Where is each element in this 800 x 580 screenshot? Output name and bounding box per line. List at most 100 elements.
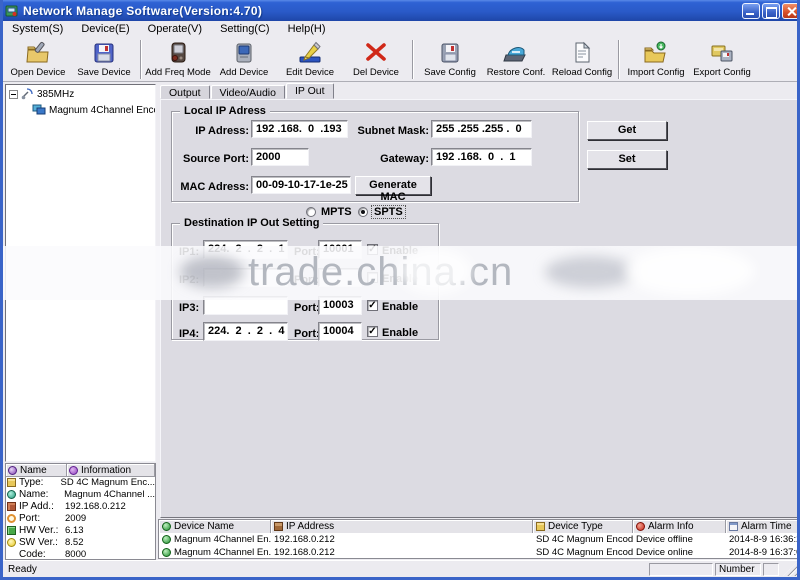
ip4-field[interactable]: 224. 2 . 2 . 4 xyxy=(203,322,288,341)
tree-collapse-icon[interactable] xyxy=(9,90,18,99)
status-bar: Ready Number xyxy=(3,560,797,577)
window-title: Network Manage Software(Version:4.70) xyxy=(23,4,740,18)
watermark-blob xyxy=(398,248,472,294)
info-row-port: Port: 2009 xyxy=(6,513,155,525)
table-row[interactable]: Magnum 4Channel En... 192.168.0.212 SD 4… xyxy=(159,546,799,559)
subnet-mask-field[interactable]: 255 .255 .255 . 0 xyxy=(431,120,532,138)
info-name-header[interactable]: Name xyxy=(6,464,67,476)
open-device-button[interactable]: Open Device xyxy=(5,38,71,81)
restore-conf-button[interactable]: Restore Conf. xyxy=(483,38,549,81)
tree-root-label[interactable]: 385MHz xyxy=(37,89,74,100)
tab-ip-out[interactable]: IP Out xyxy=(286,83,334,99)
tree-child-label[interactable]: Magnum 4Channel Encoder xyxy=(49,105,156,116)
rings-icon xyxy=(7,514,16,523)
tab-output[interactable]: Output xyxy=(160,85,210,99)
import-config-button[interactable]: Import Config xyxy=(623,38,689,81)
encoder-icon xyxy=(32,104,46,116)
mac-address-field[interactable]: 00-09-10-17-1e-25 xyxy=(251,176,351,194)
edit-device-button[interactable]: Edit Device xyxy=(277,38,343,81)
sphere-icon xyxy=(162,535,171,544)
menu-setting[interactable]: Setting(C) xyxy=(211,22,279,36)
mac-address-label: MAC Adress: xyxy=(153,181,249,193)
toolbar: Open Device Save Device Add Freq Mode Ad… xyxy=(3,37,797,82)
del-device-button[interactable]: Del Device xyxy=(343,38,409,81)
info-row-type: Type: SD 4C Magnum Enc... xyxy=(6,477,155,489)
watermark-blob xyxy=(625,246,755,296)
info-information-header[interactable]: Information xyxy=(67,464,155,476)
menu-system[interactable]: System(S) xyxy=(3,22,72,36)
generate-mac-button[interactable]: Generate MAC xyxy=(355,176,431,195)
watermark-text: trade.china.cn xyxy=(248,250,513,295)
alarm-table-header: Device Name IP Address Device Type Alarm… xyxy=(159,520,799,533)
minimize-button[interactable] xyxy=(742,3,760,19)
spts-radio[interactable] xyxy=(358,207,368,217)
folder-icon xyxy=(7,478,16,487)
toolbar-separator xyxy=(412,40,414,79)
set-button[interactable]: Set xyxy=(587,150,667,169)
menu-operate[interactable]: Operate(V) xyxy=(139,22,211,36)
info-header-row: Name Information xyxy=(6,464,155,477)
info-row-code: Code: 8000 xyxy=(6,548,155,560)
toolbar-separator xyxy=(618,40,620,79)
mpts-radio[interactable] xyxy=(306,207,316,217)
page-icon xyxy=(570,40,594,66)
watermark-overlay: trade.china.cn xyxy=(0,246,800,300)
col-device-name[interactable]: Device Name xyxy=(159,520,271,533)
spts-radio-label[interactable]: SPTS xyxy=(372,206,405,218)
info-row-ip: IP Add.: 192.168.0.212 xyxy=(6,501,155,513)
mpts-radio-label[interactable]: MPTS xyxy=(321,206,352,218)
gateway-label: Gateway: xyxy=(333,153,429,165)
col-ip-address[interactable]: IP Address xyxy=(271,520,533,533)
maximize-button[interactable] xyxy=(762,3,780,19)
menu-device[interactable]: Device(E) xyxy=(72,22,138,36)
scanner-icon xyxy=(503,40,529,66)
gateway-field[interactable]: 192 .168. 0 . 1 xyxy=(431,148,532,166)
frequency-icon xyxy=(21,88,34,100)
status-panel-empty xyxy=(649,563,713,576)
watermark-blob xyxy=(180,256,244,288)
col-alarm-time[interactable]: Alarm Time xyxy=(726,520,800,533)
destination-legend: Destination IP Out Setting xyxy=(180,217,323,229)
add-device-button[interactable]: Add Device xyxy=(211,38,277,81)
device-info-panel: Name Information Type: SD 4C Magnum Enc.… xyxy=(5,463,156,560)
add-freq-mode-button[interactable]: Add Freq Mode xyxy=(145,38,211,81)
tree-child-node[interactable]: Magnum 4Channel Encoder xyxy=(32,103,155,117)
close-button[interactable] xyxy=(782,3,800,19)
sphere-icon xyxy=(162,522,171,531)
table-row[interactable]: Magnum 4Channel En... 192.168.0.212 SD 4… xyxy=(159,533,799,546)
col-alarm-info[interactable]: Alarm Info xyxy=(633,520,726,533)
save-config-button[interactable]: Save Config xyxy=(417,38,483,81)
save-device-button[interactable]: Save Device xyxy=(71,38,137,81)
col-device-type[interactable]: Device Type xyxy=(533,520,633,533)
alarm-table: Device Name IP Address Device Type Alarm… xyxy=(158,519,800,559)
info-row-name: Name: Magnum 4Channel ... xyxy=(6,489,155,501)
get-button[interactable]: Get xyxy=(587,121,667,140)
resize-grip-icon[interactable] xyxy=(783,562,797,576)
title-bar: Network Manage Software(Version:4.70) xyxy=(0,0,800,21)
tab-video-audio[interactable]: Video/Audio xyxy=(211,85,285,99)
status-number-panel: Number xyxy=(715,563,761,576)
alarm-icon xyxy=(636,522,645,531)
export-config-button[interactable]: Export Config xyxy=(689,38,755,81)
globe-icon xyxy=(7,490,16,499)
tree-root-node[interactable]: 385MHz xyxy=(6,87,155,101)
ip4-port-label: Port: xyxy=(294,328,320,340)
menu-help[interactable]: Help(H) xyxy=(279,22,335,36)
reload-config-button[interactable]: Reload Config xyxy=(549,38,615,81)
ip4-port-field[interactable]: 10004 xyxy=(318,322,362,341)
ip-address-label: IP Adress: xyxy=(153,125,249,137)
folder-import-icon xyxy=(643,40,669,66)
red-x-icon xyxy=(364,40,388,66)
sphere-icon xyxy=(162,548,171,557)
app-window: Network Manage Software(Version:4.70) Sy… xyxy=(0,0,800,580)
source-port-field[interactable]: 2000 xyxy=(251,148,309,166)
ip4-label: IP4: xyxy=(179,328,199,340)
open-folder-icon xyxy=(25,40,51,66)
folder-icon xyxy=(536,522,545,531)
ip3-enable-checkbox[interactable]: ✓ xyxy=(367,300,378,311)
app-icon xyxy=(5,4,19,18)
building-icon xyxy=(7,502,16,511)
ip3-label: IP3: xyxy=(179,302,199,314)
ip4-enable-checkbox[interactable]: ✓ xyxy=(367,326,378,337)
subnet-mask-label: Subnet Mask: xyxy=(333,125,429,137)
